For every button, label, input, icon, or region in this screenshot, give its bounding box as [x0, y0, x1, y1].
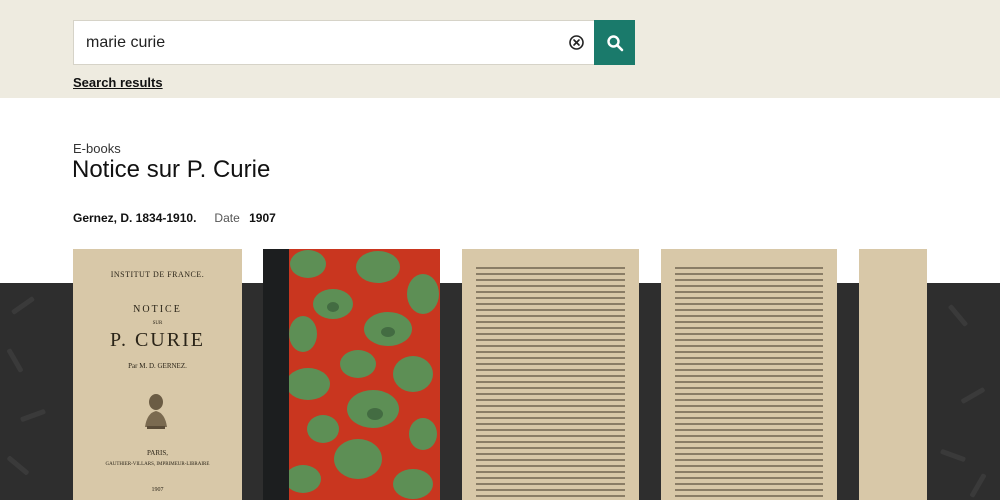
clear-search-button[interactable] — [568, 34, 585, 51]
record-author: Gernez, D. 1834-1910. — [73, 211, 197, 225]
record-title: Notice sur P. Curie — [72, 156, 271, 183]
marbled-pattern — [263, 249, 440, 500]
search-box — [73, 20, 594, 65]
background-pattern — [969, 472, 987, 499]
record-category: E-books — [73, 141, 121, 156]
clear-circle-x-icon — [569, 35, 584, 50]
cover-sur: SUR — [152, 321, 163, 326]
cover-city: PARIS, — [147, 449, 168, 457]
cover-name: P. CURIE — [110, 329, 205, 351]
background-pattern — [939, 448, 967, 463]
record-date: Date 1907 — [214, 211, 275, 225]
record-meta: Gernez, D. 1834-1910. Date 1907 — [73, 211, 276, 225]
cover-institute: INSTITUT DE FRANCE. — [110, 270, 205, 279]
cover-notice: NOTICE — [133, 304, 182, 315]
page-thumbnail-text-1[interactable] — [462, 249, 639, 500]
cover-publisher: GAUTHIER-VILLARS, IMPRIMEUR-LIBRAIRE — [105, 462, 210, 467]
date-value: 1907 — [249, 211, 276, 225]
cover-thumbnail-marbled[interactable] — [263, 249, 440, 500]
page-thumbnail-title[interactable]: INSTITUT DE FRANCE. NOTICE SUR P. CURIE … — [73, 249, 242, 500]
cover-author: Par M. D. GERNEZ. — [128, 362, 187, 370]
date-label: Date — [214, 211, 240, 225]
background-pattern — [10, 295, 36, 316]
page-thumbnail-text-2[interactable] — [661, 249, 837, 500]
background-pattern — [960, 386, 986, 405]
magnifier-icon — [606, 34, 623, 51]
background-pattern — [6, 455, 30, 476]
cover-year: 1907 — [151, 487, 164, 493]
medallion-bust-illustration — [141, 389, 171, 431]
background-pattern — [6, 347, 24, 374]
background-pattern — [19, 408, 47, 423]
search-button[interactable] — [594, 20, 635, 65]
search-results-link[interactable]: Search results — [73, 75, 163, 90]
page-text-block — [476, 267, 625, 500]
page-thumbnail-blank[interactable] — [859, 249, 927, 500]
search-input[interactable] — [74, 21, 554, 64]
background-pattern — [947, 303, 969, 328]
page-text-block — [675, 267, 823, 500]
